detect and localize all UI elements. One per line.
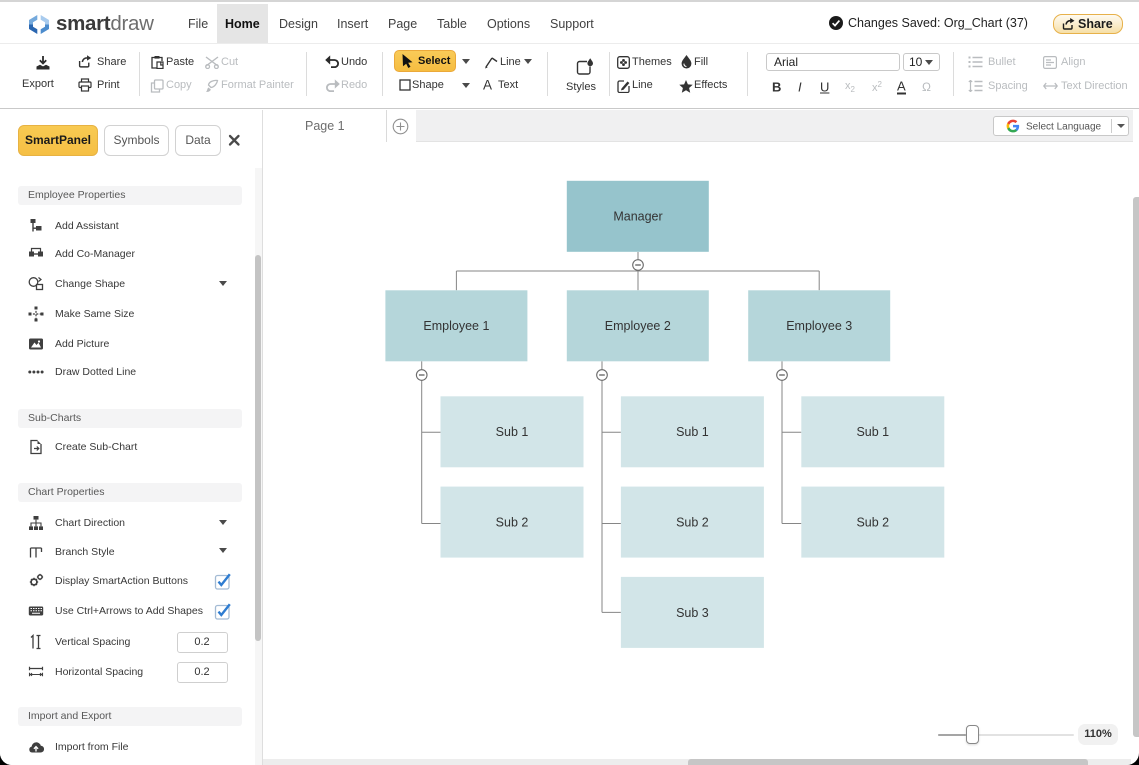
svg-text:Sub 1: Sub 1: [856, 425, 889, 439]
svg-text:Sub 1: Sub 1: [676, 425, 709, 439]
svg-text:Employee 2: Employee 2: [605, 319, 671, 333]
svg-text:Manager: Manager: [613, 210, 662, 224]
svg-text:Employee 3: Employee 3: [786, 319, 852, 333]
svg-text:Sub 1: Sub 1: [496, 425, 529, 439]
svg-text:Employee 1: Employee 1: [423, 319, 489, 333]
svg-text:Sub 2: Sub 2: [496, 516, 529, 530]
svg-text:Sub 3: Sub 3: [676, 606, 709, 620]
svg-text:Sub 2: Sub 2: [856, 516, 889, 530]
svg-text:Sub 2: Sub 2: [676, 516, 709, 530]
